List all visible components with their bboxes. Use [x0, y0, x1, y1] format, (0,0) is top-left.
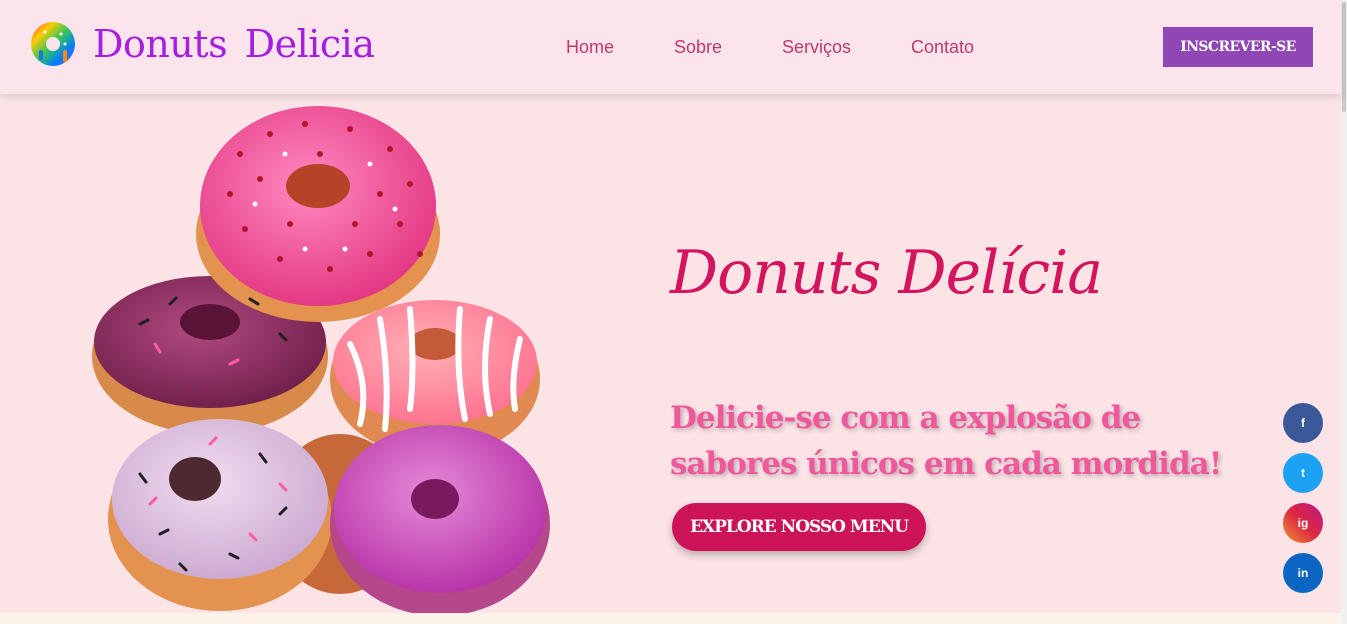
- brand-name: Donuts Delicia: [93, 22, 375, 66]
- linkedin-icon[interactable]: in: [1283, 553, 1323, 593]
- scrollbar-thumb[interactable]: [1342, 2, 1346, 112]
- facebook-icon[interactable]: f: [1283, 403, 1323, 443]
- nav-home[interactable]: Home: [566, 37, 614, 58]
- section-divider: [0, 613, 1341, 624]
- logo[interactable]: Donuts Delicia: [29, 20, 375, 68]
- donuts-image: [92, 106, 550, 614]
- explore-menu-button[interactable]: EXPLORE NOSSO MENU: [672, 503, 926, 551]
- twitter-icon[interactable]: t: [1283, 453, 1323, 493]
- site-header: Donuts Delicia Home Sobre Serviços Conta…: [0, 0, 1341, 94]
- hero-title: Donuts Delícia: [670, 238, 1103, 308]
- nav-servicos[interactable]: Serviços: [782, 37, 851, 58]
- nav-sobre[interactable]: Sobre: [674, 37, 722, 58]
- subscribe-button[interactable]: INSCREVER-SE: [1163, 27, 1313, 67]
- hero-subtitle: Delicie-se com a explosão de sabores úni…: [670, 400, 1222, 482]
- donut-logo-icon: [31, 22, 75, 66]
- instagram-icon[interactable]: ig: [1283, 503, 1323, 543]
- nav-contato[interactable]: Contato: [911, 37, 974, 58]
